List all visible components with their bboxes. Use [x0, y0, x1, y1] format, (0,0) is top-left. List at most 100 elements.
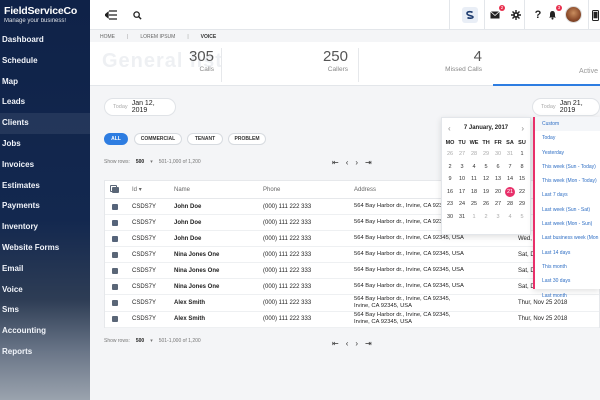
calendar-day[interactable]: 24: [456, 198, 468, 211]
stat-calls[interactable]: 305 Calls: [150, 48, 214, 82]
range-option[interactable]: Last week (Sun - Sat): [535, 203, 600, 217]
calendar-day[interactable]: 8: [516, 161, 528, 174]
sidebar-item-reports[interactable]: Reports: [0, 342, 90, 363]
sidebar-item-invoices[interactable]: Invoices: [0, 155, 90, 176]
sidebar-item-leads[interactable]: Leads: [0, 92, 90, 113]
table-row[interactable]: CSDS7Y Nina Jones One (000) 111 222 333 564…: [105, 247, 599, 263]
stat-callers[interactable]: 250 Callers: [286, 48, 348, 82]
sidebar-item-email[interactable]: Email: [0, 259, 90, 280]
row-checkbox[interactable]: [112, 263, 118, 278]
calendar-day[interactable]: 27: [456, 148, 468, 161]
phone-icon[interactable]: [588, 8, 600, 22]
bell-icon[interactable]: 3: [545, 5, 562, 22]
filter-problem[interactable]: PROBLEM: [228, 133, 266, 145]
date-to-picker[interactable]: Today Jan 21, 2019: [532, 98, 600, 116]
calendar-day[interactable]: 12: [480, 173, 492, 186]
calendar-day[interactable]: 5: [516, 211, 528, 224]
calendar-day[interactable]: 20: [492, 186, 504, 199]
tab-active[interactable]: Active: [493, 42, 600, 86]
calendar-day-selected[interactable]: 21: [504, 186, 516, 199]
help-icon[interactable]: ?: [531, 8, 545, 22]
mail-icon[interactable]: 2: [488, 5, 505, 22]
row-checkbox[interactable]: [112, 199, 118, 214]
prev-page-icon[interactable]: ‹: [346, 158, 349, 167]
avatar[interactable]: [565, 6, 582, 23]
calendar-day[interactable]: 13: [492, 173, 504, 186]
table-row[interactable]: CSDS7Y Alex Smith (000) 111 222 333 564 Bay…: [105, 295, 599, 312]
calendar-day[interactable]: 25: [468, 198, 480, 211]
calendar-day[interactable]: 31: [504, 148, 516, 161]
next-page-icon[interactable]: ›: [355, 339, 358, 348]
col-name[interactable]: Name: [174, 181, 190, 198]
calendar-day[interactable]: 30: [492, 148, 504, 161]
range-option[interactable]: Yesterday: [535, 146, 600, 160]
calendar-day[interactable]: 18: [468, 186, 480, 199]
calendar-day[interactable]: 3: [492, 211, 504, 224]
collapse-menu-icon[interactable]: [104, 8, 118, 22]
calendar-day[interactable]: 11: [468, 173, 480, 186]
calendar-day[interactable]: 17: [456, 186, 468, 199]
sidebar-item-estimates[interactable]: Estimates: [0, 176, 90, 197]
range-option[interactable]: This week (Sun - Today): [535, 160, 600, 174]
calendar-day[interactable]: 2: [480, 211, 492, 224]
rows-select[interactable]: 500: [136, 338, 144, 344]
sidebar-item-map[interactable]: Map: [0, 72, 90, 93]
filter-all[interactable]: ALL: [104, 133, 128, 145]
calendar-day[interactable]: 28: [504, 198, 516, 211]
table-row[interactable]: CSDS7Y Alex Smith (000) 111 222 333 564 Bay…: [105, 312, 599, 328]
range-option[interactable]: Last 30 days: [535, 274, 600, 288]
select-all-icon[interactable]: [110, 181, 119, 198]
sidebar-item-schedule[interactable]: Schedule: [0, 51, 90, 72]
table-row[interactable]: CSDS7Y Nina Jones One (000) 111 222 333 564…: [105, 279, 599, 295]
sidebar-item-clients[interactable]: Clients: [0, 113, 90, 134]
sidebar-item-website-forms[interactable]: Website Forms: [0, 238, 90, 259]
filter-tenant[interactable]: TENANT: [187, 133, 223, 145]
search-icon[interactable]: [130, 8, 144, 22]
calendar-day[interactable]: 5: [480, 161, 492, 174]
row-checkbox[interactable]: [112, 215, 118, 230]
range-option[interactable]: Last 7 days: [535, 188, 600, 202]
calendar-day[interactable]: 3: [456, 161, 468, 174]
sidebar-item-dashboard[interactable]: Dashboard: [0, 30, 90, 51]
sidebar-item-accounting[interactable]: Accounting: [0, 321, 90, 342]
row-checkbox[interactable]: [112, 247, 118, 262]
calendar-day[interactable]: 31: [456, 211, 468, 224]
range-option[interactable]: Last month: [535, 289, 600, 303]
last-page-icon[interactable]: ⇥: [365, 339, 372, 348]
first-page-icon[interactable]: ⇤: [332, 339, 339, 348]
sort-down-icon[interactable]: ▾: [139, 186, 142, 193]
col-id[interactable]: Id ▾: [132, 181, 142, 198]
col-address[interactable]: Address: [354, 181, 376, 198]
calendar-day[interactable]: 26: [480, 198, 492, 211]
table-row[interactable]: CSDS7Y Nina Jones One (000) 111 222 333 564…: [105, 263, 599, 279]
calendar-day[interactable]: 27: [492, 198, 504, 211]
first-page-icon[interactable]: ⇤: [332, 158, 339, 167]
prev-month-icon[interactable]: ‹: [448, 124, 451, 133]
calendar-day[interactable]: 4: [468, 161, 480, 174]
next-month-icon[interactable]: ›: [521, 124, 524, 133]
row-checkbox[interactable]: [112, 295, 118, 311]
sidebar-item-inventory[interactable]: Inventory: [0, 217, 90, 238]
last-page-icon[interactable]: ⇥: [365, 158, 372, 167]
breadcrumb-section[interactable]: LOREM IPSUM: [140, 34, 175, 40]
sidebar-item-voice[interactable]: Voice: [0, 280, 90, 301]
date-from-picker[interactable]: Today Jan 12, 2019: [104, 98, 176, 116]
row-checkbox[interactable]: [112, 231, 118, 246]
calendar-day[interactable]: 29: [516, 198, 528, 211]
calendar-day[interactable]: 29: [480, 148, 492, 161]
calendar-day[interactable]: 9: [444, 173, 456, 186]
sidebar-item-sms[interactable]: Sms: [0, 300, 90, 321]
calendar-day[interactable]: 16: [444, 186, 456, 199]
range-option[interactable]: Last business week (Mon - Fri): [535, 231, 600, 245]
row-checkbox[interactable]: [112, 312, 118, 328]
calendar-day[interactable]: 10: [456, 173, 468, 186]
sidebar-item-payments[interactable]: Payments: [0, 196, 90, 217]
range-option[interactable]: This week (Mon - Today): [535, 174, 600, 188]
filter-commercial[interactable]: COMMERCIAL: [134, 133, 182, 145]
range-option[interactable]: Custom: [535, 117, 600, 132]
gear-icon[interactable]: [509, 8, 523, 22]
rows-select[interactable]: 500: [136, 159, 144, 165]
calendar-day[interactable]: 2: [444, 161, 456, 174]
brand[interactable]: FieldServiceCo Manage your business!: [0, 0, 90, 30]
calendar-day[interactable]: 15: [516, 173, 528, 186]
